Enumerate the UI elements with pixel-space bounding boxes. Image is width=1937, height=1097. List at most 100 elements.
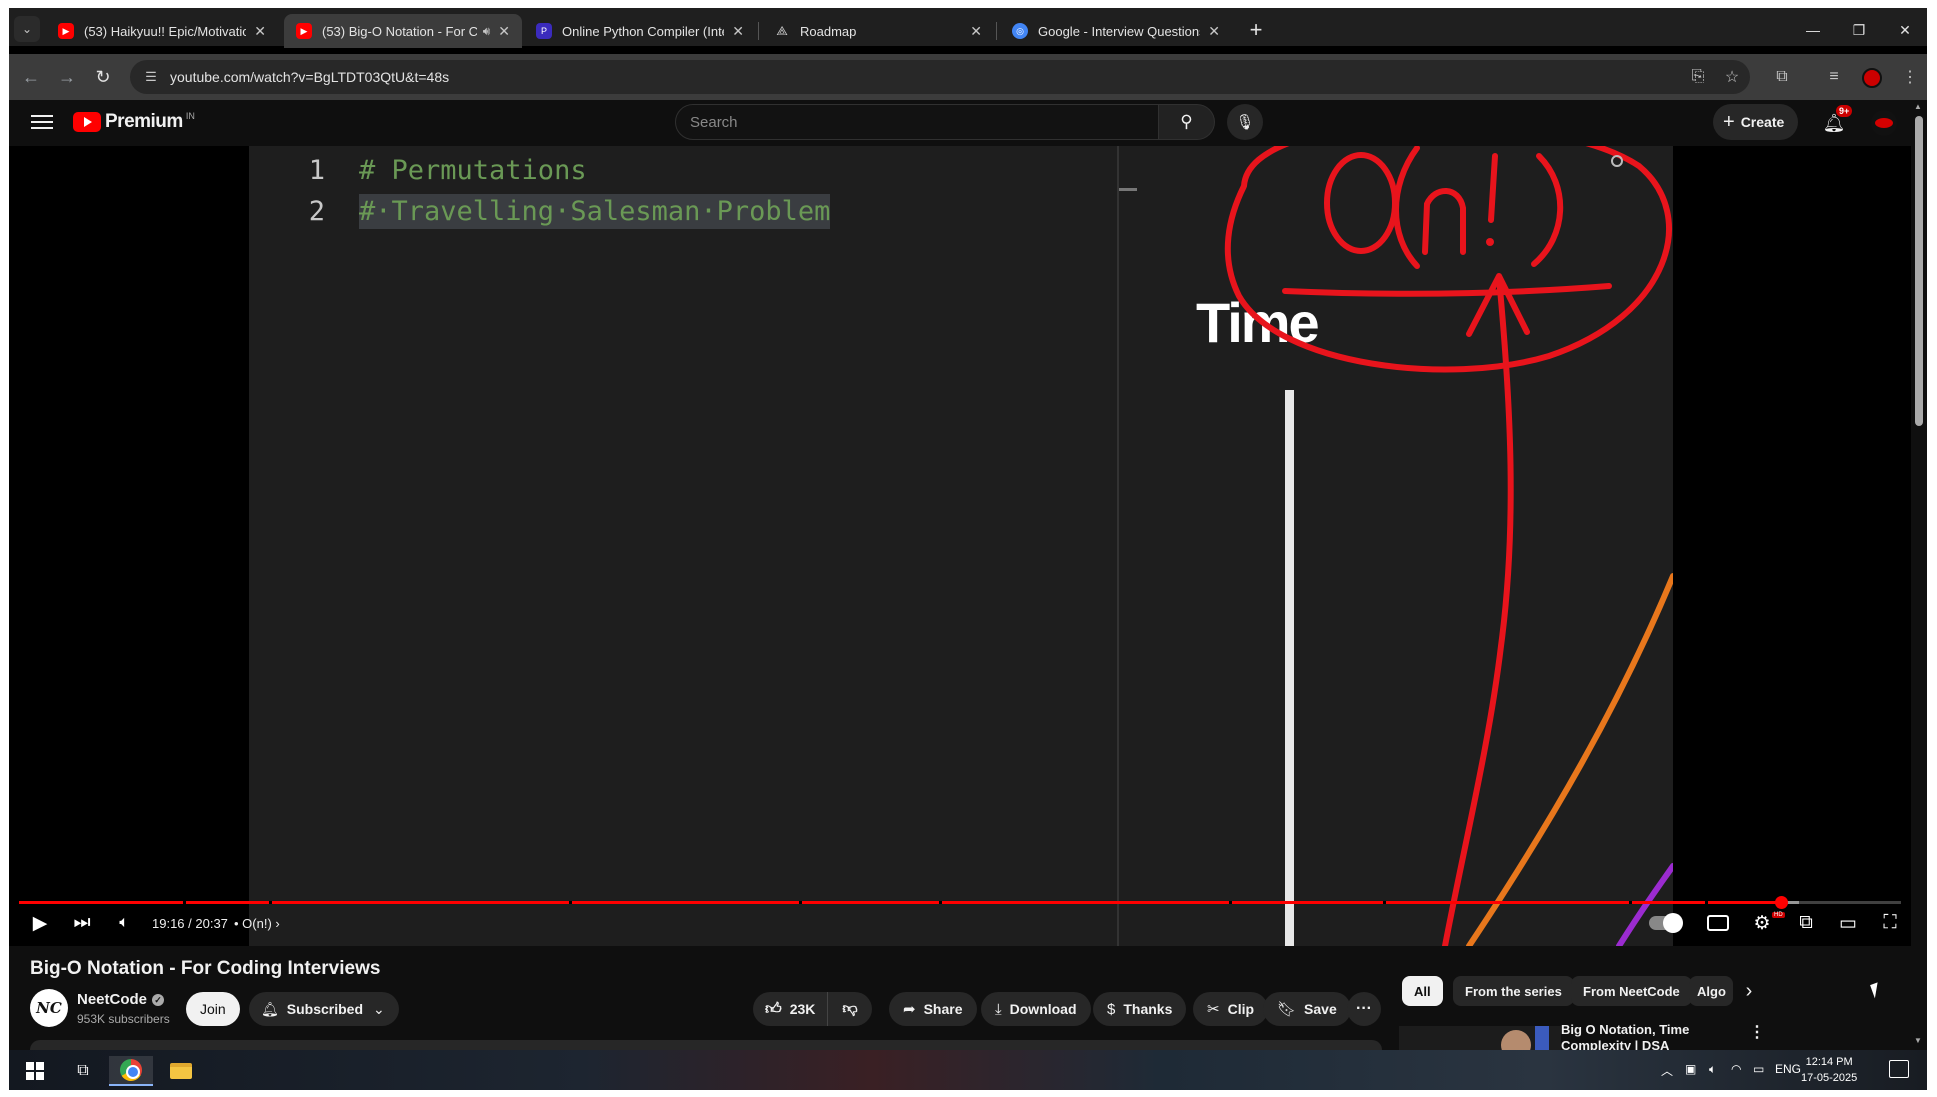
chevron-right-icon[interactable]: › — [1736, 978, 1762, 1004]
tray-chevron-icon[interactable]: ︿ — [1661, 1062, 1673, 1079]
red-pen-annotation — [1224, 146, 1673, 946]
search-input[interactable] — [690, 113, 1158, 131]
search-field[interactable] — [675, 104, 1159, 140]
audio-playing-icon[interactable]: 🔊︎ — [483, 24, 491, 39]
bell-icon: 🔔︎ — [261, 1000, 279, 1017]
chip-all[interactable]: All — [1402, 976, 1443, 1006]
video-player[interactable]: 1 # Permutations 2 #·Travelling·Salesman… — [9, 146, 1911, 946]
gear-icon: ⚙ — [1753, 912, 1771, 934]
video-frame[interactable]: 1 # Permutations 2 #·Travelling·Salesman… — [249, 146, 1673, 946]
chip-from-the-series[interactable]: From the series — [1453, 976, 1574, 1006]
url-text[interactable]: youtube.com/watch?v=BgLTDT03QtU&t=48s — [170, 69, 449, 85]
recommendation-thumbnail[interactable] — [1399, 1026, 1561, 1050]
media-controls-icon[interactable]: ≡ — [1818, 61, 1850, 93]
tab-python-compiler[interactable]: P Online Python Compiler (Interp ✕ — [524, 14, 756, 48]
autoplay-toggle[interactable] — [1649, 913, 1683, 933]
extensions-icon[interactable]: ⧉ — [1766, 61, 1798, 93]
next-button[interactable]: ⏭︎ — [65, 908, 99, 938]
mute-button[interactable]: 🔈︎ — [107, 908, 141, 938]
close-tab-icon[interactable]: ✕ — [254, 23, 266, 40]
scrollbar-thumb[interactable] — [1915, 116, 1923, 426]
minimize-button[interactable]: — — [1790, 16, 1836, 44]
like-button[interactable]: 👍︎ 23K — [753, 992, 829, 1026]
taskbar-chrome[interactable] — [109, 1056, 153, 1086]
play-button[interactable]: ▶ — [23, 908, 57, 938]
close-window-button[interactable]: ✕ — [1882, 16, 1928, 44]
task-view-button[interactable]: ⧉ — [61, 1056, 105, 1086]
channel-avatar[interactable]: NC — [30, 989, 68, 1027]
chapter-title[interactable]: • O(n!) › — [234, 916, 280, 931]
python-icon: P — [536, 23, 552, 39]
omnibox[interactable]: ☰ youtube.com/watch?v=BgLTDT03QtU&t=48s — [130, 60, 1750, 94]
chrome-menu-icon[interactable]: ⋮ — [1894, 61, 1926, 93]
forward-button[interactable]: → — [52, 62, 82, 92]
close-tab-icon[interactable]: ✕ — [732, 23, 744, 40]
fullscreen-button[interactable]: ⛶ — [1873, 908, 1907, 938]
restore-button[interactable]: ❐ — [1836, 16, 1882, 44]
site-info-icon[interactable]: ☰ — [140, 66, 162, 88]
channel-name[interactable]: NeetCode ✓ — [77, 991, 165, 1008]
voice-search-button[interactable]: 🎙︎ — [1227, 104, 1263, 140]
subscriber-count: 953K subscribers — [77, 1012, 170, 1026]
close-tab-icon[interactable]: ✕ — [498, 23, 510, 40]
dislike-button[interactable]: 👎︎ — [828, 992, 871, 1026]
hd-badge: HD — [1772, 912, 1785, 918]
start-button[interactable] — [13, 1056, 57, 1086]
captions-icon — [1707, 915, 1729, 931]
share-button[interactable]: ➦ Share — [889, 992, 977, 1026]
tab-haikyuu[interactable]: ▶ (53) Haikyuu!! Epic/Motivationa ✕ — [46, 14, 278, 48]
notification-center-icon[interactable] — [1889, 1060, 1909, 1078]
more-actions-button[interactable]: ··· — [1347, 992, 1381, 1026]
taskbar-clock[interactable]: 12:14 PM 17-05-2025 — [1801, 1054, 1857, 1086]
battery-icon[interactable]: ▭ — [1753, 1062, 1764, 1076]
share-icon: ➦ — [903, 1001, 916, 1018]
reload-button[interactable]: ↻ — [88, 62, 118, 92]
wifi-icon[interactable]: ◠ — [1731, 1062, 1741, 1076]
thanks-button[interactable]: $ Thanks — [1093, 992, 1187, 1026]
page-scrollbar[interactable]: ▲ ▼ — [1911, 100, 1927, 1050]
captions-button[interactable] — [1701, 908, 1735, 938]
language-indicator[interactable]: ENG — [1775, 1062, 1801, 1076]
screen-border — [1927, 0, 1937, 1097]
scissors-icon: ✂ — [1207, 1001, 1220, 1018]
tab-search-button[interactable]: ⌄ — [14, 16, 40, 42]
download-button[interactable]: ⤓ Download — [981, 992, 1091, 1026]
video-progress-bar[interactable] — [19, 896, 1901, 909]
volume-tray-icon[interactable]: 🔈︎ — [1709, 1062, 1716, 1077]
search-button[interactable]: ⚲ — [1159, 104, 1215, 140]
close-tab-icon[interactable]: ✕ — [970, 23, 982, 40]
chip-from-neetcode[interactable]: From NeetCode — [1571, 976, 1692, 1006]
new-tab-button[interactable]: + — [1242, 16, 1270, 44]
notifications-button[interactable]: 🔔︎ 9+ — [1821, 105, 1853, 136]
chapter-marker — [1629, 901, 1632, 904]
theater-mode-button[interactable]: ▭ — [1831, 908, 1865, 938]
scroll-down-icon[interactable]: ▼ — [1914, 1036, 1922, 1045]
install-app-icon[interactable]: ⎘ — [1682, 61, 1714, 93]
account-avatar[interactable] — [1871, 110, 1897, 136]
youtube-premium-logo[interactable]: Premium IN — [73, 111, 195, 133]
scroll-up-icon[interactable]: ▲ — [1914, 102, 1922, 111]
tab-big-o-notation[interactable]: ▶ (53) Big-O Notation - For C 🔊︎ ✕ — [284, 14, 522, 48]
recommendation-menu-icon[interactable]: ⋮ — [1749, 1022, 1765, 1042]
bookmark-star-icon[interactable]: ☆ — [1716, 61, 1748, 93]
close-tab-icon[interactable]: ✕ — [1208, 23, 1220, 40]
tab-roadmap[interactable]: ⟁ Roadmap ✕ — [762, 14, 994, 48]
guide-menu-icon[interactable] — [31, 112, 53, 132]
recommendation-title[interactable]: Big O Notation, Time Complexity | DSA — [1561, 1022, 1761, 1050]
chip-algo[interactable]: Algo — [1689, 976, 1733, 1006]
miniplayer-button[interactable]: ⧉ — [1789, 908, 1823, 938]
back-button[interactable]: ← — [16, 62, 46, 92]
taskbar-file-explorer[interactable] — [159, 1056, 203, 1086]
screen-border — [0, 1090, 1937, 1097]
video-title: Big-O Notation - For Coding Interviews — [30, 958, 381, 979]
save-button[interactable]: 🔖︎ Save — [1263, 992, 1351, 1026]
security-icon[interactable]: ▣ — [1685, 1062, 1696, 1076]
join-button[interactable]: Join — [186, 992, 240, 1026]
watch-metadata: Big-O Notation - For Coding Interviews N… — [9, 946, 1927, 1052]
subscribed-button[interactable]: 🔔︎ Subscribed ⌄ — [249, 992, 399, 1026]
tab-google-interview[interactable]: ◎ Google - Interview Questions | ✕ — [1000, 14, 1232, 48]
roadmap-icon: ⟁ — [776, 23, 788, 38]
profile-avatar[interactable] — [1862, 68, 1882, 88]
clip-button[interactable]: ✂ Clip — [1193, 992, 1269, 1026]
create-button[interactable]: + Create — [1713, 104, 1799, 140]
